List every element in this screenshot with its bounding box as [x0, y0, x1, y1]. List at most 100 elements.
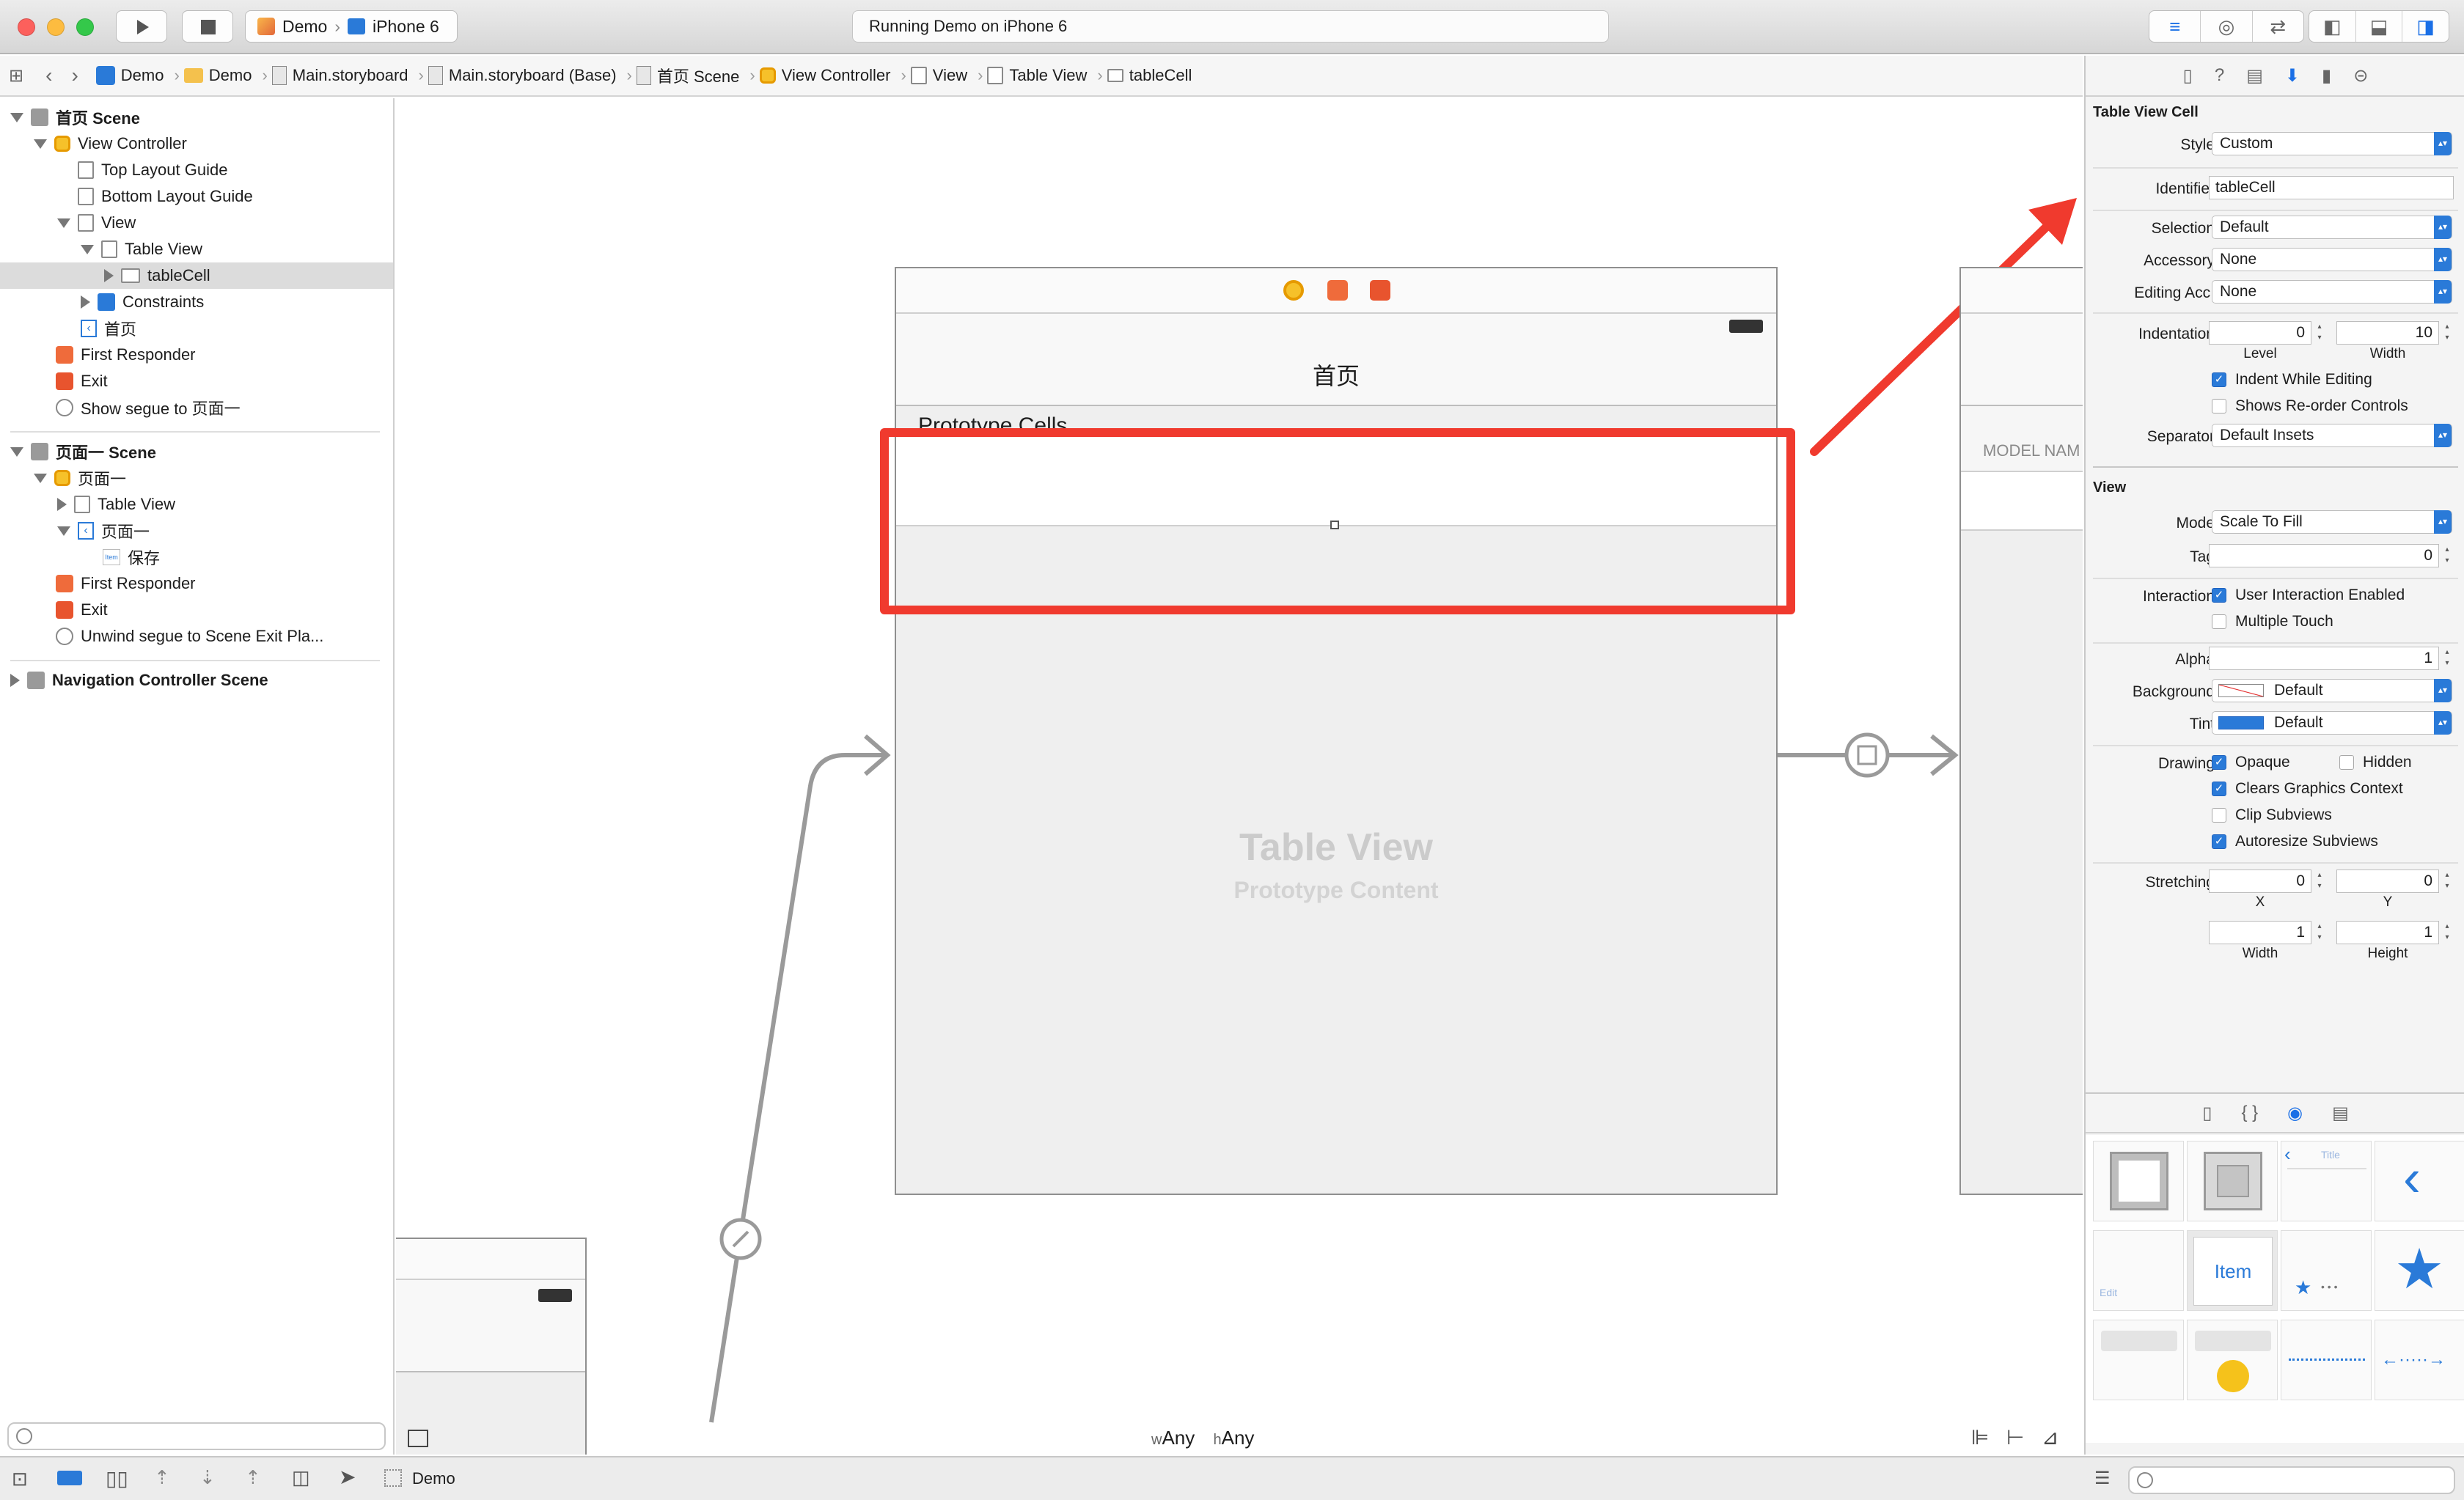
crumb-project[interactable]: Demo › — [95, 66, 180, 85]
shows-reorder-checkbox[interactable]: Shows Re-order Controls — [2212, 397, 2408, 415]
mode-popup[interactable]: Scale To Fill ▴▾ — [2212, 510, 2452, 534]
crumb-storyboard-base[interactable]: Main.storyboard (Base) › — [428, 66, 632, 85]
editor-mode-control[interactable]: ≡ ◎ ⇄ — [2149, 10, 2304, 43]
hidden-checkbox[interactable]: Hidden — [2339, 754, 2412, 771]
stretch-width-stepper[interactable]: ▴ ▾ — [2313, 921, 2326, 944]
alpha-field[interactable]: 1 — [2209, 647, 2439, 670]
indentation-width-stepper[interactable]: ▴ ▾ — [2441, 321, 2454, 345]
outline-top-layout-guide[interactable]: Top Layout Guide — [0, 157, 393, 183]
editing-accessory-popup[interactable]: None ▴▾ — [2212, 280, 2452, 304]
disclosure-triangle-icon[interactable] — [104, 269, 114, 282]
outline-view[interactable]: View — [0, 210, 393, 236]
disclosure-triangle-icon[interactable] — [57, 498, 67, 511]
library-search-display[interactable] — [2187, 1320, 2278, 1400]
outline-view-controller[interactable]: View Controller — [0, 130, 393, 157]
crumb-storyboard[interactable]: Main.storyboard › — [271, 66, 424, 85]
size-inspector-icon[interactable]: ▮ — [2322, 65, 2331, 87]
step-into-icon[interactable]: ⇣ — [199, 1466, 216, 1489]
outline-page-one-first-responder[interactable]: First Responder — [0, 570, 393, 597]
back-icon[interactable]: ‹ — [45, 64, 52, 87]
page-one-scene[interactable]: MODEL NAM — [1959, 267, 2083, 1195]
outline-table-cell[interactable]: tableCell — [0, 262, 393, 289]
style-popup[interactable]: Custom ▴▾ — [2212, 132, 2452, 155]
outline-bottom-layout-guide[interactable]: Bottom Layout Guide — [0, 183, 393, 210]
align-icon[interactable]: ⊫ — [1971, 1425, 1989, 1449]
resolve-issues-icon[interactable]: ⊿ — [2042, 1425, 2058, 1449]
storyboard-canvas[interactable]: 首页 Prototype Cells Table View Prototype … — [396, 98, 2083, 1455]
stretch-x-field[interactable]: 0 — [2209, 870, 2311, 893]
disclosure-triangle-icon[interactable] — [57, 218, 70, 228]
outline-scene-page-one[interactable]: 页面一 Scene — [0, 438, 393, 465]
outline-navigation-item[interactable]: ‹ 首页 — [0, 315, 393, 342]
debug-area-toggle-icon[interactable]: ⬓ — [2356, 11, 2403, 42]
outline-exit[interactable]: Exit — [0, 368, 393, 394]
library-tab-bar-star[interactable]: ★ — [2375, 1230, 2464, 1311]
stop-button[interactable] — [182, 10, 233, 43]
outline-constraints[interactable]: Constraints — [0, 289, 393, 315]
accessory-popup[interactable]: None ▴▾ — [2212, 248, 2452, 271]
utilities-toggle-icon[interactable]: ◨ — [2402, 11, 2449, 42]
disclosure-triangle-icon[interactable] — [10, 446, 23, 457]
library-bar-button-back[interactable]: ‹ — [2375, 1141, 2464, 1221]
library-view[interactable] — [2093, 1141, 2184, 1221]
outline-page-one-nav-item[interactable]: ‹ 页面一 — [0, 518, 393, 544]
stretch-y-stepper[interactable]: ▴ ▾ — [2441, 870, 2454, 893]
library-toolbar[interactable]: Edit — [2093, 1230, 2184, 1311]
disclosure-triangle-icon[interactable] — [10, 674, 20, 687]
identity-inspector-icon[interactable]: ▤ — [2246, 65, 2263, 87]
outline-save-bar-item[interactable]: Item 保存 — [0, 544, 393, 570]
outline-scene-navigation-controller[interactable]: Navigation Controller Scene — [0, 667, 393, 694]
autoresize-subviews-checkbox[interactable]: ✓ Autoresize Subviews — [2212, 833, 2378, 850]
disclosure-triangle-icon[interactable] — [34, 139, 47, 149]
library-bar-button-item[interactable]: Item — [2187, 1230, 2278, 1311]
library-fixed-space[interactable] — [2281, 1320, 2372, 1400]
close-window-button[interactable] — [18, 18, 35, 36]
disclosure-triangle-icon[interactable] — [34, 473, 47, 483]
outline-filter-input[interactable] — [7, 1422, 386, 1450]
object-library-icon[interactable]: ◉ — [2287, 1103, 2303, 1124]
crumb-table-cell[interactable]: tableCell — [1107, 66, 1192, 85]
outline-page-one-controller[interactable]: 页面一 — [0, 465, 393, 491]
disclosure-triangle-icon[interactable] — [81, 244, 94, 254]
indent-while-editing-checkbox[interactable]: ✓ Indent While Editing — [2212, 371, 2372, 389]
outline-first-responder[interactable]: First Responder — [0, 342, 393, 368]
opaque-checkbox[interactable]: ✓ Opaque — [2212, 754, 2290, 771]
crumb-view[interactable]: View › — [910, 66, 983, 85]
library-list-toggle-icon[interactable]: ☰ — [2094, 1468, 2111, 1489]
zoom-window-button[interactable] — [76, 18, 94, 36]
stretch-y-field[interactable]: 0 — [2336, 870, 2439, 893]
stretch-height-stepper[interactable]: ▴ ▾ — [2441, 921, 2454, 944]
assistant-editor-icon[interactable]: ◎ — [2201, 11, 2253, 42]
crumb-view-controller[interactable]: View Controller › — [759, 66, 906, 85]
standard-editor-icon[interactable]: ≡ — [2149, 11, 2201, 42]
view-debugger-icon[interactable]: ◫ — [292, 1466, 310, 1489]
indentation-level-stepper[interactable]: ▴ ▾ — [2313, 321, 2326, 345]
outline-unwind-segue[interactable]: Unwind segue to Scene Exit Pla... — [0, 623, 393, 650]
forward-icon[interactable]: › — [71, 64, 78, 87]
indentation-width-field[interactable]: 10 — [2336, 321, 2439, 345]
view-toggle-control[interactable]: ◧ ⬓ ◨ — [2309, 10, 2449, 43]
navigator-toggle-icon[interactable]: ◧ — [2309, 11, 2356, 42]
tint-popup[interactable]: Default ▴▾ — [2212, 711, 2452, 735]
pause-icon[interactable]: ▯▯ — [106, 1466, 128, 1490]
attributes-inspector-icon[interactable]: ⬇ — [2285, 65, 2300, 87]
background-popup[interactable]: Default ▴▾ — [2212, 679, 2452, 702]
outline-table-view[interactable]: Table View — [0, 236, 393, 262]
pin-icon[interactable]: ⊢ — [2006, 1425, 2024, 1449]
outline-page-one-table-view[interactable]: Table View — [0, 491, 393, 518]
disclosure-triangle-icon[interactable] — [10, 112, 23, 122]
quick-help-icon[interactable]: ? — [2215, 65, 2224, 86]
media-library-icon[interactable]: ▤ — [2332, 1103, 2349, 1124]
alpha-stepper[interactable]: ▴ ▾ — [2441, 647, 2454, 670]
multiple-touch-checkbox[interactable]: Multiple Touch — [2212, 613, 2333, 630]
file-template-library-icon[interactable]: ▯ — [2202, 1103, 2212, 1124]
code-snippet-library-icon[interactable]: { } — [2241, 1103, 2258, 1123]
library-flexible-space[interactable]: ←·····→ — [2375, 1320, 2464, 1400]
outline-page-one-exit[interactable]: Exit — [0, 597, 393, 623]
library-tab-bar-item[interactable]: ★ • • • — [2281, 1230, 2372, 1311]
step-over-icon[interactable]: ⇡ — [154, 1466, 170, 1489]
crumb-group[interactable]: Demo › — [183, 66, 268, 85]
stretch-height-field[interactable]: 1 — [2336, 921, 2439, 944]
disclosure-triangle-icon[interactable] — [81, 295, 90, 309]
scheme-selector[interactable]: Demo › iPhone 6 — [245, 10, 458, 43]
